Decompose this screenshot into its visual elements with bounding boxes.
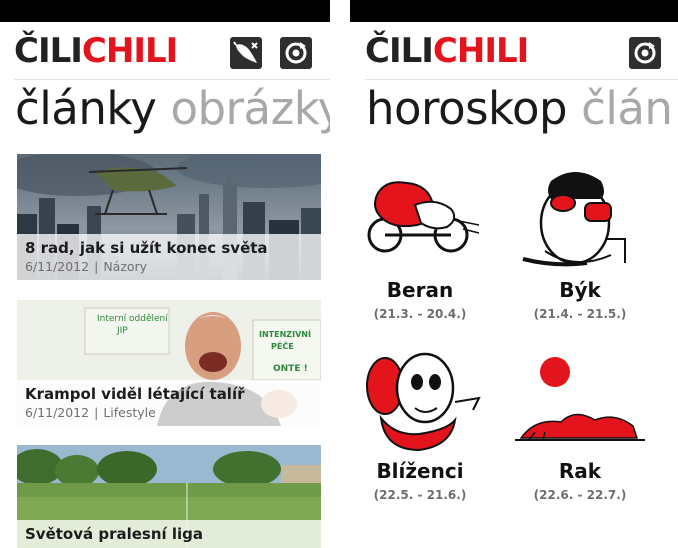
refresh-icon xyxy=(634,42,656,64)
meta-separator: | xyxy=(94,259,99,274)
article-date: 6/11/2012 xyxy=(25,259,90,274)
chili-rate-button[interactable] xyxy=(230,37,262,69)
taurus-illustration-icon xyxy=(522,172,626,267)
logo-part-cili: ČILI xyxy=(365,31,434,71)
wall-sign-text: INTENZIVNÍ xyxy=(259,330,311,339)
sign-text: Beran (21.3. - 20.4.) xyxy=(355,277,485,323)
article-tile[interactable]: Světová pralesní liga xyxy=(17,445,321,548)
sign-name: Blíženci xyxy=(376,459,464,483)
sign-text: Rak (22.6. - 22.7.) xyxy=(515,458,645,504)
zodiac-cancer[interactable]: Rak (22.6. - 22.7.) xyxy=(515,346,645,516)
gemini-illustration-icon xyxy=(366,352,481,452)
article-meta: 6/11/2012 | Lifestyle xyxy=(25,404,313,421)
app-logo: ČILICHILI xyxy=(365,31,529,71)
pivot-tab-obrazky[interactable]: obrázky xyxy=(170,82,330,135)
article-date: 6/11/2012 xyxy=(25,405,90,420)
aries-illustration-icon xyxy=(367,181,480,253)
article-title: 8 rad, jak si užít konec světa xyxy=(25,239,268,257)
pivot-tab-horoskop[interactable]: horoskop xyxy=(366,82,568,135)
sign-text: Blíženci (22.5. - 21.6.) xyxy=(355,458,485,504)
logo-part-cili: ČILI xyxy=(14,31,83,71)
wall-sign-text: PÉČE xyxy=(271,342,294,351)
pivot-header: horoskop člán xyxy=(366,86,673,131)
sign-name: Beran xyxy=(386,278,454,302)
article-caption: Krampol viděl létající talíř 6/11/2012 | L… xyxy=(17,380,321,426)
article-title: Krampol viděl létající talíř xyxy=(25,385,245,403)
wall-sign-text: JIP xyxy=(117,326,128,336)
meta-separator: | xyxy=(94,405,99,420)
zodiac-aries[interactable]: Beran (21.3. - 20.4.) xyxy=(355,165,485,335)
sign-name: Býk xyxy=(559,278,601,302)
sign-dates: (22.6. - 22.7.) xyxy=(533,488,627,502)
refresh-button[interactable] xyxy=(629,37,661,69)
refresh-button[interactable] xyxy=(280,37,312,69)
wall-sign-text: Interní oddělení xyxy=(97,314,168,324)
status-bar xyxy=(350,0,678,22)
article-caption: 8 rad, jak si užít konec světa 6/11/2012… xyxy=(17,234,321,280)
article-caption: Světová pralesní liga xyxy=(17,520,321,548)
chili-rate-icon xyxy=(233,41,258,63)
article-meta: 6/11/2012 | Názory xyxy=(25,258,313,275)
article-category: Názory xyxy=(103,259,148,274)
cancer-illustration-icon xyxy=(515,357,645,441)
zodiac-gemini[interactable]: Blíženci (22.5. - 21.6.) xyxy=(355,346,485,516)
pivot-tab-clanky[interactable]: články xyxy=(15,82,157,135)
sign-text: Býk (21.4. - 21.5.) xyxy=(515,277,645,323)
sign-dates: (21.4. - 21.5.) xyxy=(533,307,627,321)
zodiac-taurus[interactable]: Býk (21.4. - 21.5.) xyxy=(515,165,645,335)
header-divider xyxy=(365,79,678,80)
wall-sign-text: ONTE ! xyxy=(273,364,308,374)
header-divider xyxy=(14,79,330,80)
screen-gap xyxy=(330,0,350,548)
sign-name: Rak xyxy=(558,459,602,483)
article-tile[interactable]: 8 rad, jak si užít konec světa 6/11/2012… xyxy=(17,154,321,280)
articles-screen: ČILICHILI články obrázky 8 rad, jak si u… xyxy=(0,0,330,548)
article-title: Světová pralesní liga xyxy=(25,525,204,543)
sign-dates: (21.3. - 20.4.) xyxy=(373,307,467,321)
horoscope-screen: ČILICHILI horoskop člán Beran (21.3. - 20… xyxy=(350,0,678,548)
status-bar xyxy=(0,0,330,22)
pivot-tab-clanky[interactable]: člán xyxy=(581,82,673,135)
article-category: Lifestyle xyxy=(103,405,156,420)
refresh-icon xyxy=(285,42,307,64)
pivot-header: články obrázky xyxy=(15,86,330,131)
logo-part-chili: CHILI xyxy=(432,31,529,71)
sign-dates: (22.5. - 21.6.) xyxy=(373,488,467,502)
app-logo: ČILICHILI xyxy=(14,31,178,71)
logo-part-chili: CHILI xyxy=(81,31,178,71)
article-tile[interactable]: Interní oddělení JIP INTENZIVNÍ PÉČE ONT… xyxy=(17,300,321,426)
